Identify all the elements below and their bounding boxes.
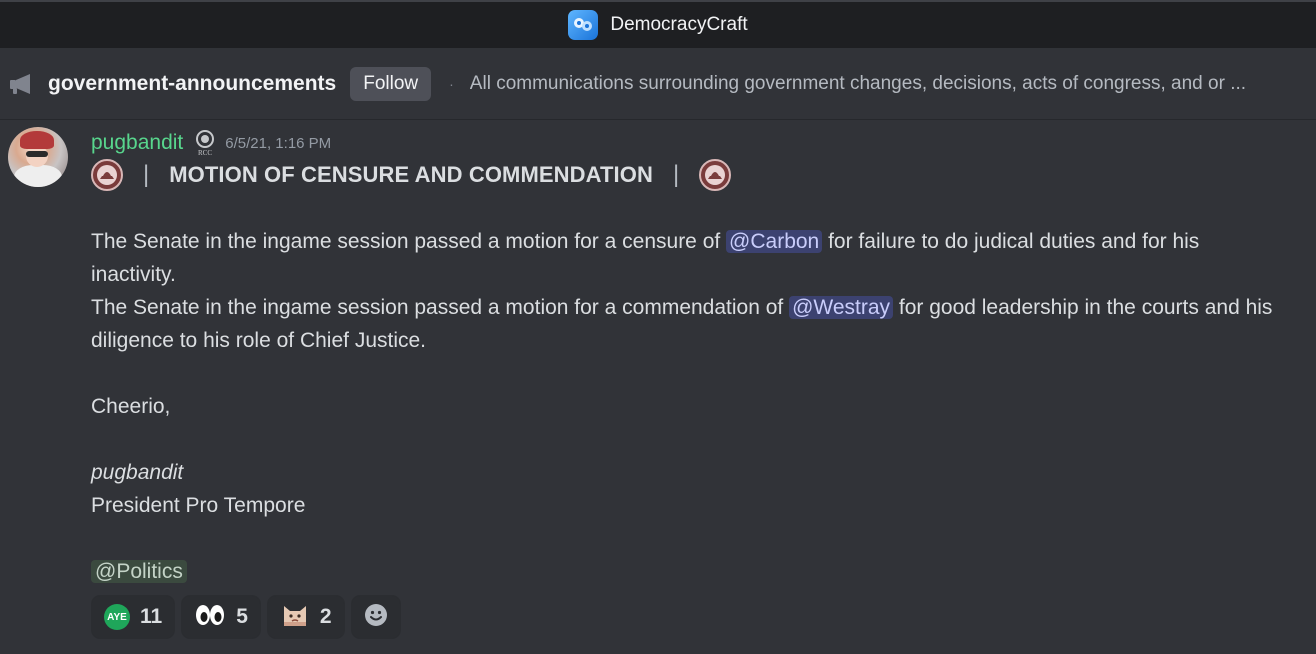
server-icon	[568, 10, 599, 40]
topic-separator: ·	[449, 75, 454, 92]
announcement-title-row: | MOTION OF CENSURE AND COMMENDATION |	[91, 159, 732, 191]
message-timestamp[interactable]: 6/5/21, 1:16 PM	[225, 135, 331, 152]
megaphone-icon	[8, 70, 36, 98]
role-mention-politics[interactable]: @Politics	[91, 560, 187, 583]
message-content: The Senate in the ingame session passed …	[91, 225, 1281, 588]
announcement-title: MOTION OF CENSURE AND COMMENDATION	[169, 162, 653, 187]
svg-text:RCC: RCC	[198, 149, 212, 157]
cat-emoji-icon	[280, 602, 310, 633]
reactions-bar: AYE 11 5 2	[91, 595, 401, 639]
add-reaction-button[interactable]	[350, 595, 401, 639]
reaction-cat[interactable]: 2	[266, 595, 345, 639]
commendation-paragraph: The Senate in the ingame session passed …	[91, 296, 1273, 352]
senate-seal-icon	[699, 159, 732, 191]
window-titlebar: DemocracyCraft	[0, 0, 1316, 48]
channel-header: government-announcements Follow · All co…	[0, 48, 1316, 120]
channel-topic[interactable]: All communications surrounding governmen…	[470, 73, 1290, 95]
signature-title: President Pro Tempore	[91, 494, 306, 517]
follow-button[interactable]: Follow	[350, 66, 432, 101]
title-divider: |	[672, 161, 680, 188]
reaction-aye[interactable]: AYE 11	[91, 595, 176, 639]
role-badge-icon[interactable]: RCC	[193, 129, 217, 157]
channel-name: government-announcements	[48, 71, 337, 95]
censure-paragraph: The Senate in the ingame session passed …	[91, 230, 1200, 286]
reaction-eyes[interactable]: 5	[181, 595, 261, 639]
title-divider: |	[143, 161, 150, 188]
reaction-count: 11	[140, 605, 163, 628]
reaction-count: 2	[319, 605, 332, 628]
reaction-count: 5	[236, 605, 248, 628]
senate-seal-icon	[91, 159, 123, 191]
user-mention-westray[interactable]: @Westray	[789, 296, 894, 319]
user-mention-carbon[interactable]: @Carbon	[726, 230, 823, 253]
message-header: pugbandit RCC 6/5/21, 1:16 PM	[91, 129, 331, 157]
smiley-plus-icon	[363, 602, 389, 633]
signature-name: pugbandit	[91, 461, 184, 484]
greeting: Cheerio,	[91, 395, 171, 418]
author-name[interactable]: pugbandit	[91, 131, 183, 155]
avatar[interactable]	[8, 127, 68, 187]
eyes-emoji-icon	[194, 603, 226, 632]
server-name: DemocracyCraft	[610, 14, 748, 35]
aye-emoji-icon: AYE	[104, 604, 130, 630]
